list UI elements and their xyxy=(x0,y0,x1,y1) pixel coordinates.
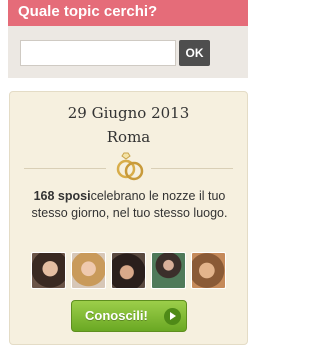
rings-icon xyxy=(116,152,144,181)
search-title: Quale topic cerchi? xyxy=(8,0,248,26)
wedding-description: 168 sposicelebrano le nozze il tuo stess… xyxy=(22,188,237,222)
wedding-city: Roma xyxy=(106,128,151,146)
meet-them-label: Conoscili! xyxy=(85,308,148,323)
wedding-date: 29 Giugno 2013 xyxy=(67,104,190,122)
avatar[interactable] xyxy=(151,252,186,289)
meet-them-button[interactable]: Conoscili! xyxy=(71,300,187,332)
avatar[interactable] xyxy=(191,252,226,289)
divider-left xyxy=(24,168,106,169)
topic-search-widget: Quale topic cerchi? OK xyxy=(8,0,248,78)
avatar[interactable] xyxy=(111,252,146,289)
couples-count: 168 sposi xyxy=(33,189,91,203)
avatar[interactable] xyxy=(71,252,106,289)
divider-right xyxy=(151,168,233,169)
wedding-widget: 29 Giugno 2013 Roma 168 sposicelebrano l… xyxy=(9,91,248,345)
arrow-right-icon xyxy=(164,308,181,325)
search-input[interactable] xyxy=(20,40,176,66)
avatar[interactable] xyxy=(31,252,66,289)
avatar-list xyxy=(31,252,231,290)
ok-button[interactable]: OK xyxy=(179,40,210,66)
